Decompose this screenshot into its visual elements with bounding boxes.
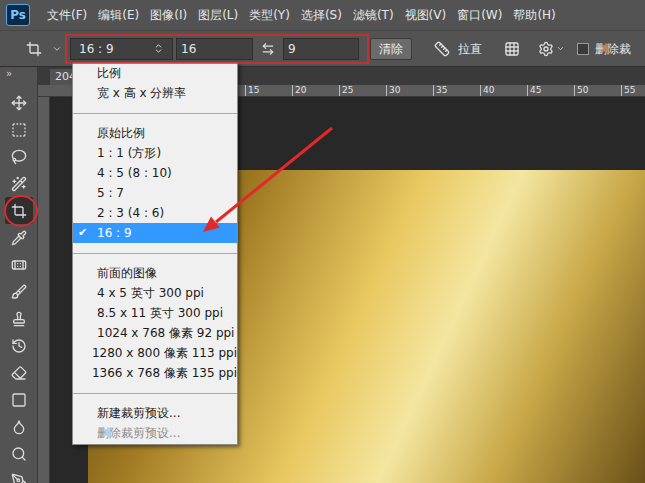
tool-button[interactable]	[5, 224, 33, 251]
ratio-menu-item[interactable]: ✔16 : 9	[73, 223, 237, 243]
tool-button[interactable]	[5, 170, 33, 197]
ruler-label: 25	[339, 85, 386, 96]
ratio-menu-item[interactable]: 比例	[73, 63, 237, 83]
ruler-label: 30	[386, 85, 433, 96]
ruler-label: 55	[621, 85, 645, 96]
quick-select-icon	[11, 176, 27, 192]
ratio-menu-item[interactable]: 前面的图像	[73, 263, 237, 283]
tool-button[interactable]	[5, 467, 33, 483]
tool-button[interactable]	[5, 332, 33, 359]
move-icon	[11, 95, 27, 111]
tool-button[interactable]	[5, 116, 33, 143]
tool-button[interactable]	[5, 440, 33, 467]
toolbar-collapse[interactable]: »	[0, 67, 37, 81]
menu-item[interactable]: 选择(S)	[301, 6, 342, 24]
ruler-label: 50	[574, 85, 621, 96]
menu-item[interactable]: 滤镜(T)	[353, 6, 394, 24]
highlight-circle-icon	[5, 196, 37, 226]
ratio-menu-item[interactable]: 原始比例	[73, 123, 237, 143]
tool-button[interactable]	[5, 143, 33, 170]
tool-button[interactable]	[5, 251, 33, 278]
menu-item[interactable]: 窗口(W)	[457, 6, 502, 24]
ratio-menu-item: 删除裁剪预设...	[73, 423, 237, 443]
delete-cropped-checkbox[interactable]	[577, 43, 589, 55]
tool-button[interactable]	[5, 413, 33, 440]
ratio-menu-item[interactable]: 4 x 5 英寸 300 ppi	[73, 283, 237, 303]
chevron-icon[interactable]	[52, 44, 62, 54]
menu-item[interactable]: 图层(L)	[198, 6, 238, 24]
arrow-head-icon	[203, 217, 220, 232]
menu-item[interactable]: 文件(F)	[47, 6, 87, 24]
updown-icon	[153, 43, 164, 54]
healing-icon	[11, 257, 27, 273]
straighten-label[interactable]: 拉直	[458, 40, 482, 58]
ratio-menu-item[interactable]: 2 : 3 (4 : 6)	[73, 203, 237, 223]
tool-button[interactable]	[5, 89, 33, 116]
ratio-menu-item[interactable]: 4 : 5 (8 : 10)	[73, 163, 237, 183]
gradient-icon	[11, 392, 27, 408]
eyedropper-icon	[11, 230, 27, 246]
grid-icon[interactable]	[504, 41, 520, 57]
gear-icon[interactable]	[538, 41, 554, 57]
ruler-label: 45	[527, 85, 574, 96]
ratio-dropdown[interactable]: 16 : 9	[70, 38, 173, 60]
ratio-menu-item[interactable]: 1 : 1 (方形)	[73, 143, 237, 163]
ruler-label: 40	[480, 85, 527, 96]
chevron-icon[interactable]	[556, 44, 565, 53]
ps-logo: Ps	[6, 4, 30, 26]
ratio-menu-item[interactable]: 5 : 7	[73, 183, 237, 203]
crop-icon	[11, 203, 27, 219]
pen-icon	[11, 473, 27, 483]
ruler-label: 15	[245, 85, 292, 96]
ratio-menu-item[interactable]: 1024 x 768 像素 92 ppi	[73, 323, 237, 343]
menu-bar: Ps 文件(F) 编辑(E) 图像(I) 图层(L) 类型(Y) 选择(S) 滤镜(T) 视图(…	[0, 0, 645, 30]
stamp-icon	[11, 311, 27, 327]
arrow-line-icon	[216, 128, 332, 222]
delete-cropped-label[interactable]: 删除裁	[595, 40, 631, 58]
tool-button[interactable]	[5, 278, 33, 305]
tool-button[interactable]	[5, 305, 33, 332]
crop-icon[interactable]	[26, 41, 42, 57]
menu-item[interactable]: 类型(Y)	[249, 6, 290, 24]
history-brush-icon	[11, 338, 27, 354]
clear-button[interactable]: 清除	[370, 38, 412, 60]
eraser-icon	[11, 365, 27, 381]
menu-item[interactable]: 视图(V)	[405, 6, 447, 24]
dodge-icon	[11, 446, 27, 462]
highlight-box-icon	[66, 35, 368, 63]
ratio-menu-item[interactable]: 新建裁剪预设...	[73, 403, 237, 423]
ruler-label: 20	[292, 85, 339, 96]
tool-button[interactable]	[5, 386, 33, 413]
tool-button[interactable]	[5, 197, 33, 224]
ruler-label: 35	[433, 85, 480, 96]
ratio-menu-item[interactable]: 1280 x 800 像素 113 ppi	[73, 343, 237, 363]
menu-separator	[73, 243, 237, 263]
width-field[interactable]: 16	[176, 38, 253, 60]
tool-button[interactable]	[5, 359, 33, 386]
menu-item[interactable]: 编辑(E)	[98, 6, 139, 24]
menu-separator	[73, 103, 237, 123]
toolbar: »	[0, 67, 38, 483]
menu-item[interactable]: 帮助(H)	[513, 6, 555, 24]
blur-icon	[11, 419, 27, 435]
brush-icon	[11, 284, 27, 300]
menu-separator	[73, 383, 237, 403]
vertical-ruler	[38, 97, 50, 483]
annotation-overlay	[0, 0, 645, 483]
photoshop-window: Ps 文件(F) 编辑(E) 图像(I) 图层(L) 类型(Y) 选择(S) 滤镜(T) 视图(…	[0, 0, 645, 483]
ratio-menu-item[interactable]: 1366 x 768 像素 135 ppi	[73, 363, 237, 383]
height-field[interactable]: 9	[283, 38, 359, 60]
swap-icon[interactable]	[261, 42, 275, 56]
straighten-icon[interactable]	[434, 41, 450, 57]
marquee-icon	[11, 122, 27, 138]
ratio-menu-item[interactable]: 8.5 x 11 英寸 300 ppi	[73, 303, 237, 323]
ratio-menu-item[interactable]: 宽 x 高 x 分辨率	[73, 83, 237, 103]
ratio-menu: 比例宽 x 高 x 分辨率原始比例1 : 1 (方形)4 : 5 (8 : 10…	[72, 62, 238, 445]
menu-item[interactable]: 图像(I)	[150, 6, 187, 24]
lasso-icon	[11, 149, 27, 165]
